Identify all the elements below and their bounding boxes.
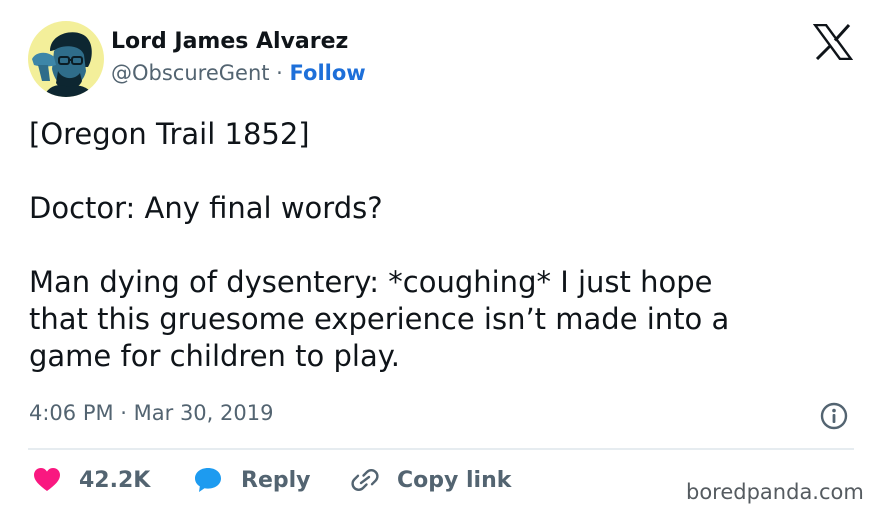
tweet-text: [Oregon Trail 1852] Doctor: Any final wo… — [29, 116, 859, 375]
tweet-paragraph: Man dying of dysentery: *coughing* I jus… — [29, 265, 730, 373]
reply-button[interactable]: Reply — [193, 463, 311, 497]
author-handle-line: @ObscureGent · Follow — [111, 61, 366, 85]
author-display-name[interactable]: Lord James Alvarez — [111, 29, 348, 54]
watermark: boredpanda.com — [686, 480, 864, 504]
reply-label: Reply — [241, 467, 311, 493]
copy-link-button[interactable]: Copy link — [350, 463, 511, 497]
info-icon[interactable] — [820, 402, 848, 430]
divider — [28, 448, 854, 450]
tweet-paragraph: [Oregon Trail 1852] — [29, 117, 310, 151]
author-handle[interactable]: @ObscureGent — [111, 61, 269, 85]
handle-separator: · — [276, 61, 283, 85]
like-count: 42.2K — [79, 467, 151, 493]
follow-button[interactable]: Follow — [290, 61, 366, 85]
x-logo-icon[interactable] — [813, 24, 853, 60]
avatar[interactable] — [28, 21, 104, 97]
link-icon — [351, 469, 379, 491]
avatar-photo — [28, 21, 104, 97]
speech-bubble-icon — [195, 468, 221, 492]
heart-icon — [34, 468, 60, 491]
tweet-timestamp[interactable]: 4:06 PM · Mar 30, 2019 — [29, 401, 273, 425]
copy-link-label: Copy link — [397, 467, 512, 493]
like-button[interactable]: 42.2K — [33, 463, 150, 497]
tweet-paragraph: Doctor: Any final words? — [29, 191, 383, 225]
